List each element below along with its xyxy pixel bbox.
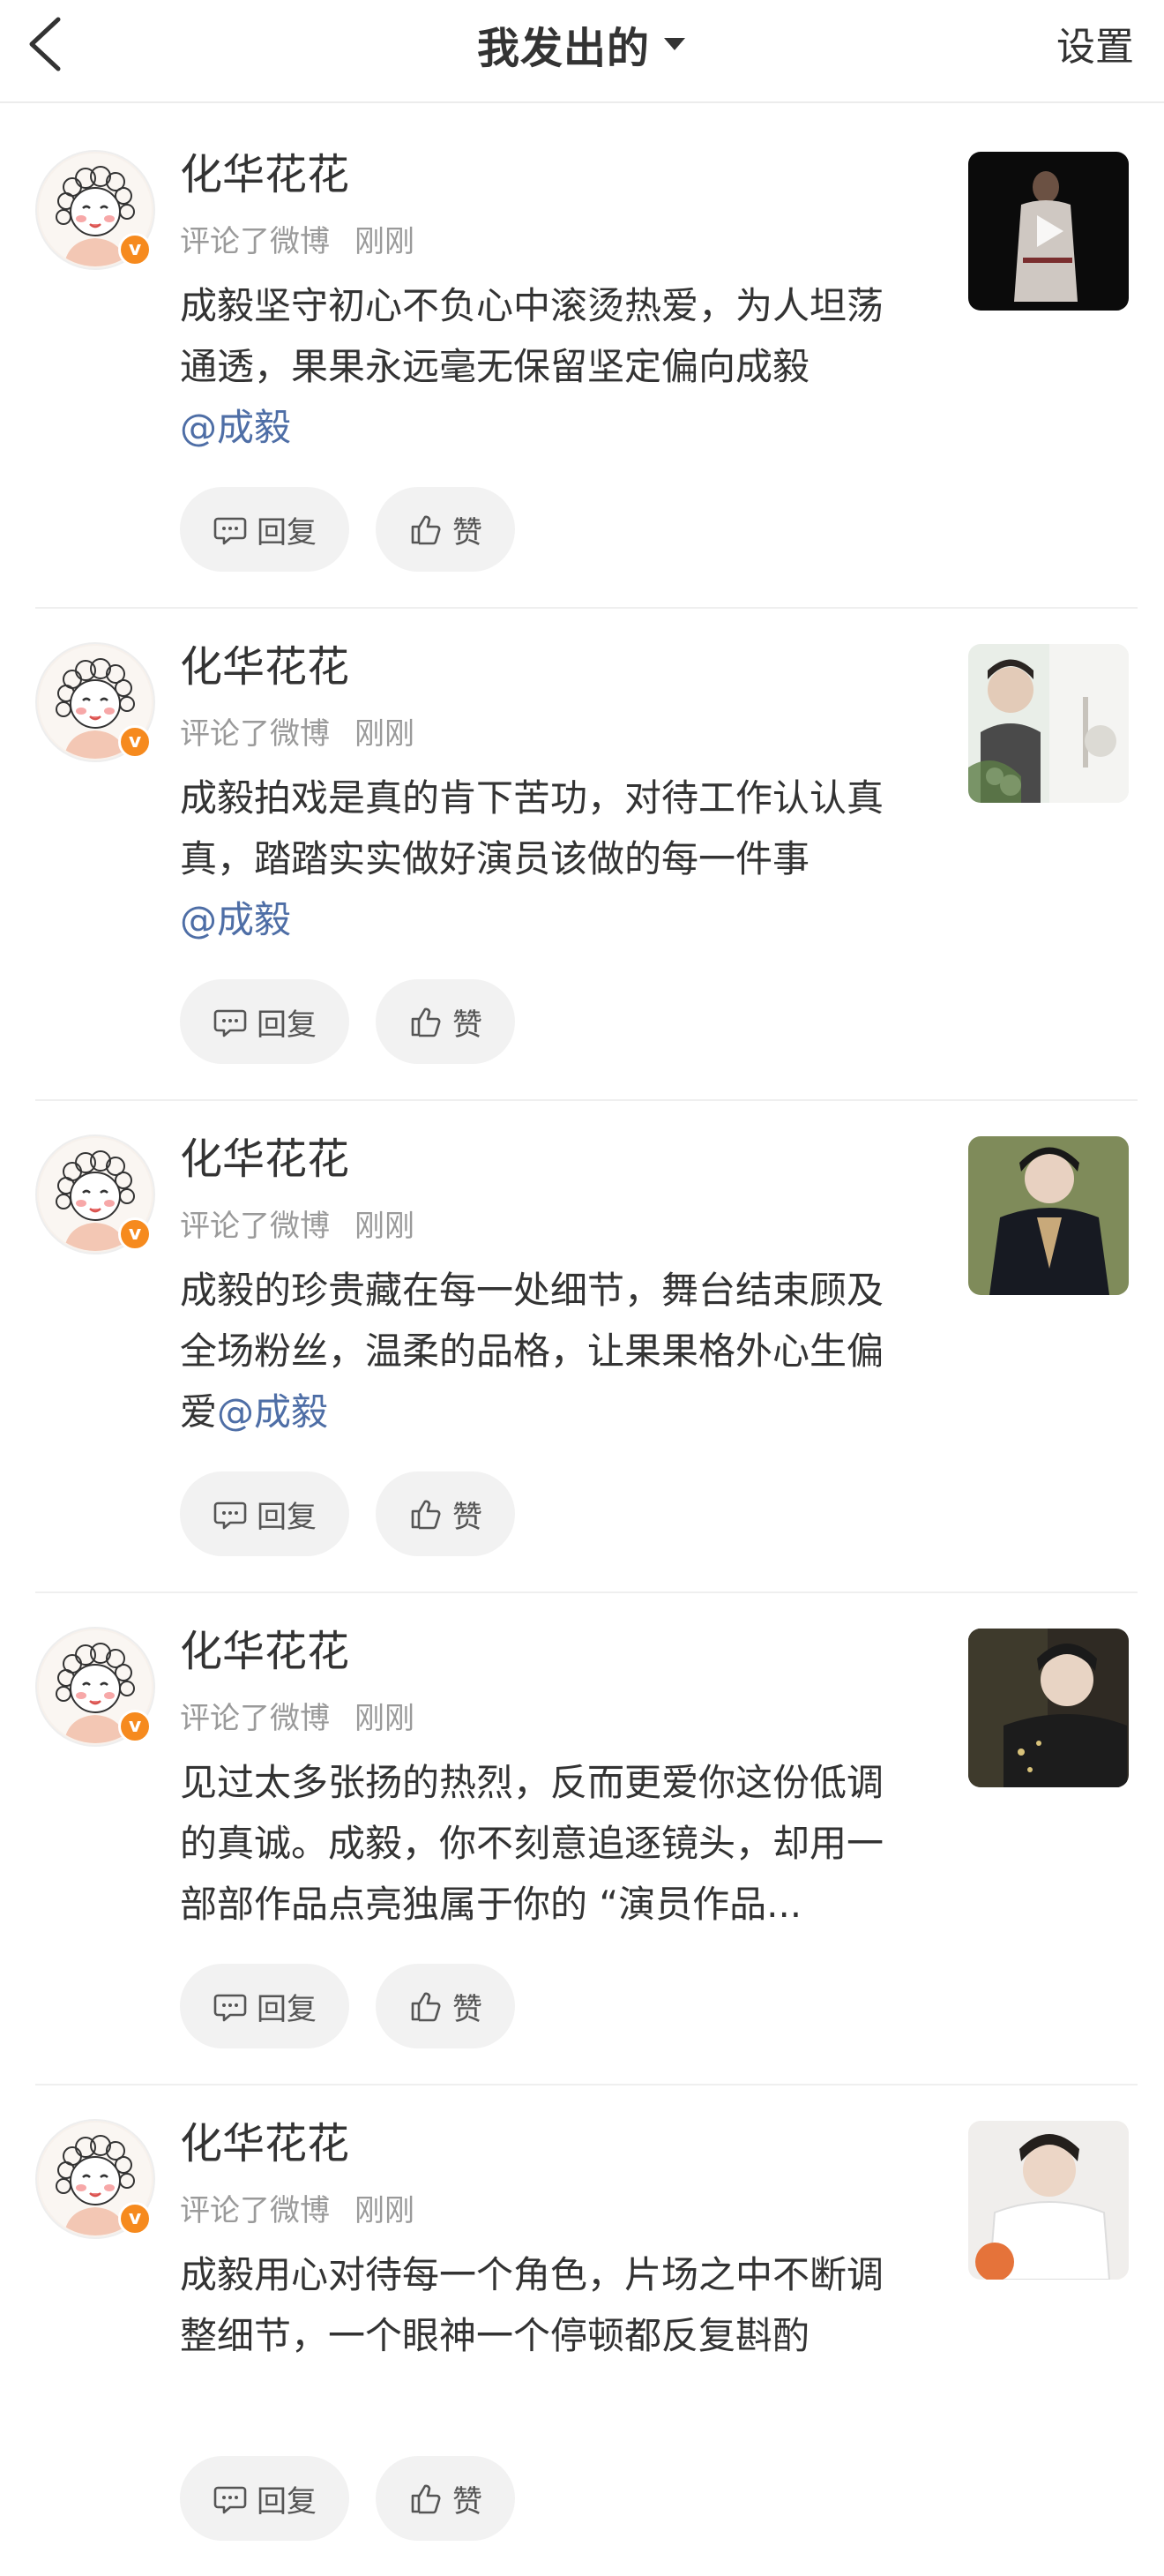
like-button[interactable]: 赞	[376, 1964, 515, 2048]
timestamp: 刚刚	[354, 1209, 414, 1244]
like-label: 赞	[452, 1499, 482, 1535]
username[interactable]: 化华花花	[180, 150, 349, 201]
thumbs-up-icon	[411, 1500, 441, 1530]
username[interactable]: 化华花花	[180, 642, 349, 693]
action-text: 评论了微博	[180, 224, 330, 259]
reply-label: 回复	[257, 514, 317, 550]
photo-thumbnail[interactable]	[968, 644, 1129, 803]
like-button[interactable]: 赞	[376, 2456, 515, 2541]
reply-button[interactable]: 回复	[180, 979, 349, 1064]
feed-item[interactable]: v 化华花花 评论了微博 刚刚 成毅坚守初心不负心中滚烫热爱，为人坦荡通透，果果永…	[0, 115, 1164, 607]
reply-button[interactable]: 回复	[180, 1471, 349, 1556]
verified-badge-icon: v	[118, 1710, 152, 1743]
mention-link[interactable]: @成毅	[180, 898, 291, 941]
comment-actions: 回复 赞	[180, 2456, 515, 2541]
thumbs-up-icon	[411, 1007, 441, 1037]
verified-badge-icon: v	[118, 1217, 152, 1251]
comment-meta: 评论了微博 刚刚	[180, 1202, 414, 1245]
comment-feed: v 化华花花 评论了微博 刚刚 成毅坚守初心不负心中滚烫热爱，为人坦荡通透，果果永…	[0, 115, 1164, 2576]
comment-text[interactable]: 成毅用心对待每一个角色，片场之中不断调整细节，一个眼神一个停顿都反复斟酌	[180, 2244, 912, 2366]
username[interactable]: 化华花花	[180, 2119, 349, 2170]
comment-actions: 回复 赞	[180, 979, 515, 1064]
comment-text[interactable]: 成毅拍戏是真的肯下苦功，对待工作认认真真，踏踏实实做好演员该做的每一件事 @成毅	[180, 768, 912, 950]
comment-body: 成毅坚守初心不负心中滚烫热爱，为人坦荡通透，果果永远毫无保留坚定偏向成毅	[180, 284, 884, 388]
comment-text[interactable]: 见过太多张扬的热烈，反而更爱你这份低调的真诚。成毅，你不刻意追逐镜头，却用一部部…	[180, 1752, 912, 1935]
verified-badge-icon: v	[118, 725, 152, 759]
feed-item[interactable]: v 化华花花 评论了微博 刚刚 成毅的珍贵藏在每一处细节，舞台结束顾及全场粉丝，温…	[0, 1099, 1164, 1591]
comment-text[interactable]: 成毅的珍贵藏在每一处细节，舞台结束顾及全场粉丝，温柔的品格，让果果格外心生偏爱@…	[180, 1260, 912, 1442]
comment-meta: 评论了微博 刚刚	[180, 1694, 414, 1737]
like-button[interactable]: 赞	[376, 487, 515, 572]
settings-button[interactable]: 设置	[1056, 16, 1134, 79]
username[interactable]: 化华花花	[180, 1134, 349, 1186]
title-dropdown[interactable]: 我发出的	[0, 9, 1164, 79]
timestamp: 刚刚	[354, 716, 414, 752]
comment-meta: 评论了微博 刚刚	[180, 2186, 414, 2229]
like-button[interactable]: 赞	[376, 979, 515, 1064]
action-text: 评论了微博	[180, 2193, 330, 2228]
action-text: 评论了微博	[180, 1209, 330, 1244]
comment-text[interactable]: 成毅坚守初心不负心中滚烫热爱，为人坦荡通透，果果永远毫无保留坚定偏向成毅 @成毅	[180, 275, 912, 458]
video-thumbnail[interactable]	[968, 152, 1129, 311]
reply-label: 回复	[257, 1007, 317, 1043]
like-label: 赞	[452, 1007, 482, 1043]
comment-icon	[213, 1994, 247, 2022]
comment-body: 见过太多张扬的热烈，反而更爱你这份低调的真诚。成毅，你不刻意追逐镜头，却用一部部…	[180, 1761, 884, 1926]
comment-icon	[213, 1009, 247, 1037]
timestamp: 刚刚	[354, 2193, 414, 2228]
caret-down-icon	[662, 35, 687, 53]
thumbs-up-icon	[411, 515, 441, 545]
comment-icon	[213, 517, 247, 545]
reply-label: 回复	[257, 1499, 317, 1535]
action-text: 评论了微博	[180, 716, 330, 752]
mention-link[interactable]: @成毅	[217, 1390, 328, 1434]
feed-item[interactable]: v 化华花花 评论了微博 刚刚 见过太多张扬的热烈，反而更爱你这份低调的真诚。成毅…	[0, 1591, 1164, 2084]
comment-body: 成毅用心对待每一个角色，片场之中不断调整细节，一个眼神一个停顿都反复斟酌	[180, 2253, 884, 2357]
like-label: 赞	[452, 2483, 482, 2520]
comment-meta: 评论了微博 刚刚	[180, 709, 414, 753]
comment-actions: 回复 赞	[180, 1964, 515, 2048]
like-label: 赞	[452, 1991, 482, 2027]
comment-icon	[213, 2486, 247, 2514]
comment-meta: 评论了微博 刚刚	[180, 217, 414, 260]
photo-thumbnail[interactable]	[968, 2121, 1129, 2280]
timestamp: 刚刚	[354, 1701, 414, 1736]
photo-thumbnail[interactable]	[968, 1629, 1129, 1787]
feed-item[interactable]: v 化华花花 评论了微博 刚刚 成毅用心对待每一个角色，片场之中不断调整细节，一个…	[0, 2084, 1164, 2576]
reply-label: 回复	[257, 1991, 317, 2027]
reply-button[interactable]: 回复	[180, 2456, 349, 2541]
comment-actions: 回复 赞	[180, 487, 515, 572]
mention-link[interactable]: @成毅	[180, 406, 291, 449]
verified-badge-icon: v	[118, 233, 152, 266]
action-text: 评论了微博	[180, 1701, 330, 1736]
reply-button[interactable]: 回复	[180, 1964, 349, 2048]
thumbs-up-icon	[411, 1992, 441, 2022]
photo-thumbnail[interactable]	[968, 1136, 1129, 1295]
timestamp: 刚刚	[354, 224, 414, 259]
like-button[interactable]: 赞	[376, 1471, 515, 1556]
top-nav-bar: 我发出的 设置	[0, 0, 1164, 103]
thumbs-up-icon	[411, 2484, 441, 2514]
like-label: 赞	[452, 514, 482, 550]
page-title: 我发出的	[476, 24, 650, 73]
verified-badge-icon: v	[118, 2202, 152, 2235]
comment-body: 成毅拍戏是真的肯下苦功，对待工作认认真真，踏踏实实做好演员该做的每一件事	[180, 776, 884, 880]
username[interactable]: 化华花花	[180, 1627, 349, 1678]
reply-button[interactable]: 回复	[180, 487, 349, 572]
reply-label: 回复	[257, 2483, 317, 2520]
comment-icon	[213, 1501, 247, 1530]
feed-item[interactable]: v 化华花花 评论了微博 刚刚 成毅拍戏是真的肯下苦功，对待工作认认真真，踏踏实实…	[0, 607, 1164, 1099]
comment-actions: 回复 赞	[180, 1471, 515, 1556]
